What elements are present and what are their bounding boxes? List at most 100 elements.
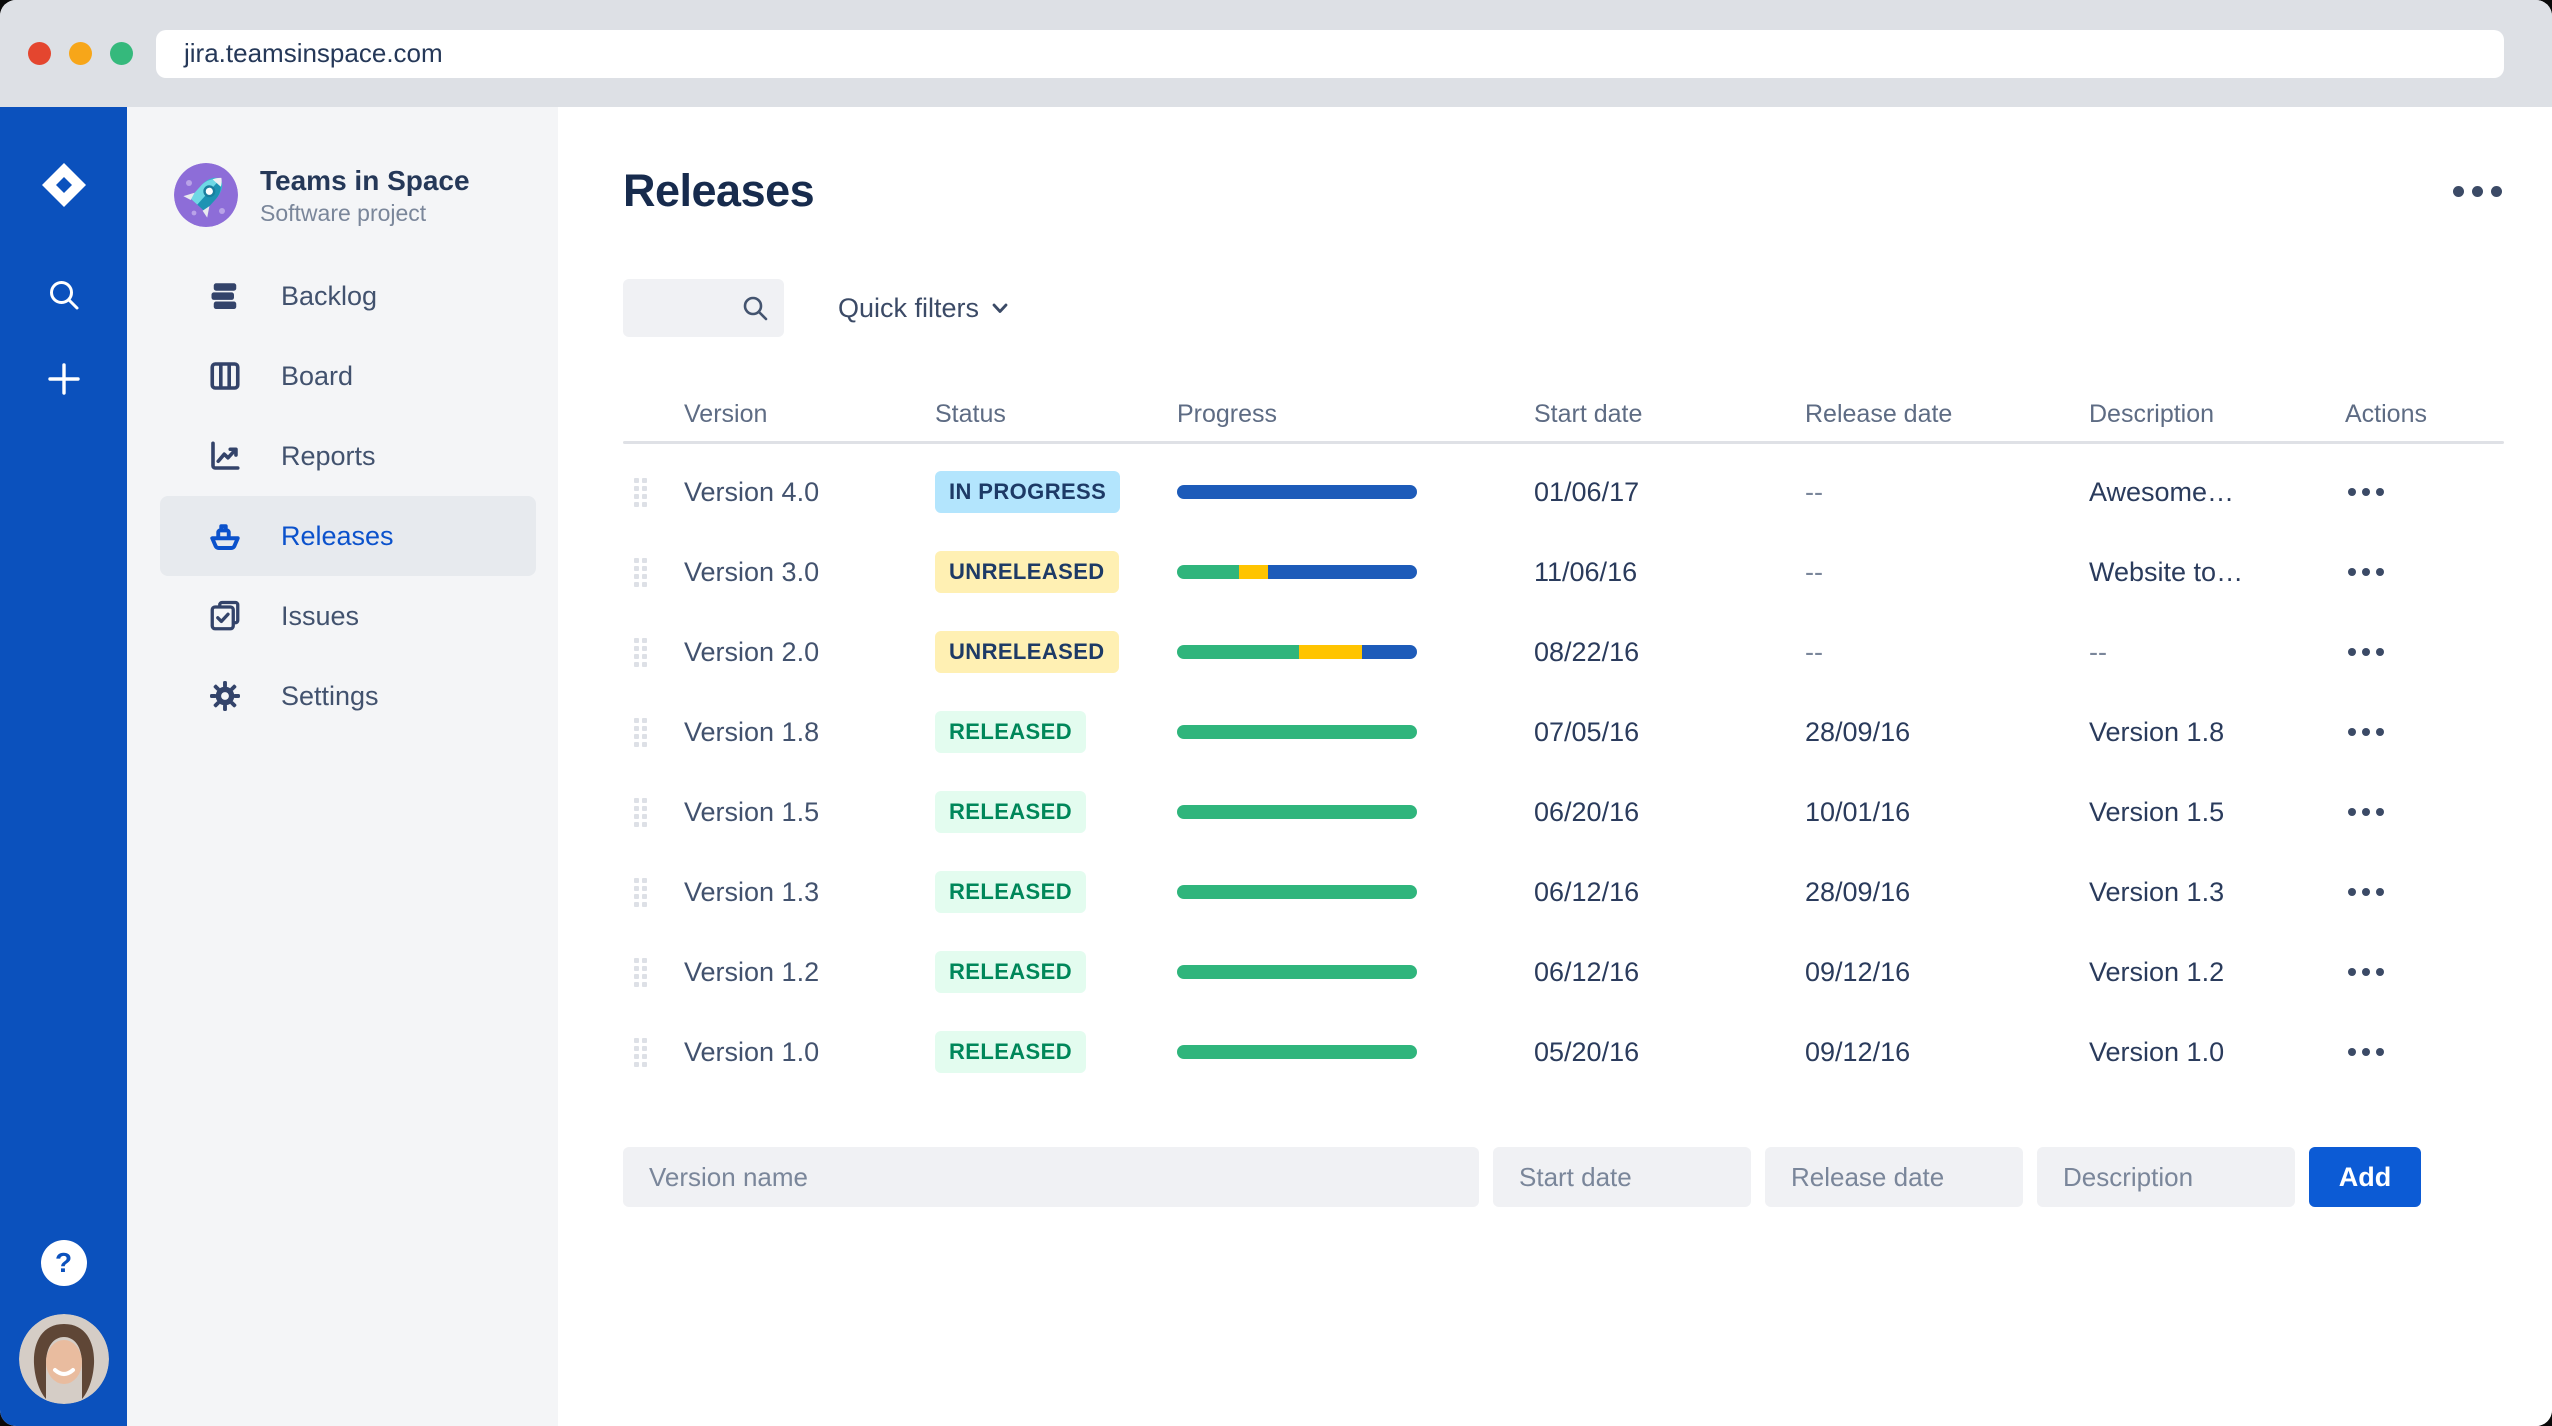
progress-bar bbox=[1177, 885, 1417, 899]
drag-handle-icon[interactable] bbox=[634, 477, 647, 507]
release-date: 09/12/16 bbox=[1805, 1036, 1911, 1067]
row-actions-button[interactable] bbox=[2346, 480, 2386, 504]
address-bar[interactable]: jira.teamsinspace.com bbox=[156, 29, 2504, 78]
project-nav: Backlog Board Reports Releases Issues Se… bbox=[127, 256, 558, 736]
page-title: Releases bbox=[623, 165, 815, 216]
create-icon[interactable] bbox=[44, 359, 84, 399]
drag-handle-icon[interactable] bbox=[634, 797, 647, 827]
issues-icon bbox=[210, 600, 240, 631]
sidebar-item-label: Board bbox=[281, 360, 354, 391]
row-actions-button[interactable] bbox=[2346, 720, 2386, 744]
search-icon bbox=[743, 296, 768, 321]
release-date: -- bbox=[1805, 476, 1823, 507]
progress-bar bbox=[1177, 725, 1417, 739]
drag-handle-icon[interactable] bbox=[634, 957, 647, 987]
progress-bar bbox=[1177, 1045, 1417, 1059]
row-actions-button[interactable] bbox=[2346, 880, 2386, 904]
column-header-start-date: Start date bbox=[1534, 399, 1643, 428]
close-window-button[interactable] bbox=[28, 42, 51, 65]
description: Awesome… bbox=[2089, 476, 2235, 507]
status-badge: RELEASED bbox=[935, 1031, 1086, 1073]
help-icon[interactable]: ? bbox=[40, 1240, 87, 1286]
table-header-divider bbox=[623, 441, 2504, 444]
status-badge: UNRELEASED bbox=[935, 631, 1119, 673]
status-badge: RELEASED bbox=[935, 951, 1086, 993]
drag-handle-icon[interactable] bbox=[634, 557, 647, 587]
url-text: jira.teamsinspace.com bbox=[184, 38, 443, 68]
sidebar-item-board[interactable]: Board bbox=[160, 336, 536, 416]
drag-handle-icon[interactable] bbox=[634, 717, 647, 747]
project-sidebar: Teams in Space Software project Backlog bbox=[127, 107, 558, 1426]
sidebar-item-releases[interactable]: Releases bbox=[160, 496, 536, 576]
row-actions-button[interactable] bbox=[2346, 560, 2386, 584]
table-row: Version 4.0 IN PROGRESS 01/06/17 -- Awes… bbox=[623, 452, 2504, 532]
version-name[interactable]: Version 2.0 bbox=[673, 637, 924, 668]
sidebar-item-backlog[interactable]: Backlog bbox=[160, 256, 536, 336]
table-row: Version 1.8 RELEASED 07/05/16 28/09/16 V… bbox=[623, 692, 2504, 772]
page-actions-button[interactable] bbox=[2451, 180, 2504, 203]
browser-window: jira.teamsinspace.com ? Teams in Space S… bbox=[0, 0, 2552, 1426]
progress-bar bbox=[1177, 645, 1417, 659]
row-actions-button[interactable] bbox=[2346, 800, 2386, 824]
project-name: Teams in Space bbox=[260, 165, 470, 196]
column-header-description: Description bbox=[2089, 399, 2215, 428]
search-input[interactable] bbox=[623, 292, 740, 324]
sidebar-item-issues[interactable]: Issues bbox=[160, 576, 536, 656]
description: -- bbox=[2089, 636, 2107, 667]
start-date: 08/22/16 bbox=[1534, 636, 1640, 667]
quick-filters-label: Quick filters bbox=[838, 292, 980, 323]
user-avatar[interactable] bbox=[18, 1314, 109, 1404]
version-name[interactable]: Version 1.0 bbox=[673, 1037, 924, 1068]
drag-handle-icon[interactable] bbox=[634, 637, 647, 667]
sidebar-item-label: Backlog bbox=[281, 280, 378, 311]
drag-handle-icon[interactable] bbox=[634, 877, 647, 907]
table-row: Version 1.3 RELEASED 06/12/16 28/09/16 V… bbox=[623, 852, 2504, 932]
add-button[interactable]: Add bbox=[2309, 1147, 2421, 1207]
version-name[interactable]: Version 3.0 bbox=[673, 557, 924, 588]
sidebar-item-reports[interactable]: Reports bbox=[160, 416, 536, 496]
jira-logo-icon[interactable] bbox=[36, 157, 92, 213]
ship-icon bbox=[210, 524, 240, 550]
project-header: Teams in Space Software project bbox=[127, 163, 558, 227]
version-name[interactable]: Version 1.8 bbox=[673, 717, 924, 748]
version-name-input[interactable] bbox=[623, 1147, 1479, 1207]
release-date: 09/12/16 bbox=[1805, 956, 1911, 987]
release-date-input[interactable] bbox=[1765, 1147, 2023, 1207]
global-navigation-rail: ? bbox=[0, 107, 127, 1426]
start-date: 01/06/17 bbox=[1534, 476, 1640, 507]
browser-chrome: jira.teamsinspace.com bbox=[0, 0, 2552, 107]
description: Version 1.0 bbox=[2089, 1036, 2225, 1067]
zoom-window-button[interactable] bbox=[110, 42, 133, 65]
release-date: 10/01/16 bbox=[1805, 796, 1911, 827]
row-actions-button[interactable] bbox=[2346, 960, 2386, 984]
start-date-input[interactable] bbox=[1493, 1147, 1751, 1207]
toolbar: Quick filters bbox=[623, 279, 2504, 337]
description-input[interactable] bbox=[2037, 1147, 2295, 1207]
release-date: 28/09/16 bbox=[1805, 716, 1911, 747]
chevron-down-icon bbox=[992, 303, 1008, 313]
row-actions-button[interactable] bbox=[2346, 640, 2386, 664]
row-actions-button[interactable] bbox=[2346, 1040, 2386, 1064]
start-date: 06/12/16 bbox=[1534, 876, 1640, 907]
sidebar-item-label: Releases bbox=[281, 520, 394, 551]
column-header-actions: Actions bbox=[2345, 399, 2427, 428]
drag-handle-icon[interactable] bbox=[634, 1037, 647, 1067]
start-date: 05/20/16 bbox=[1534, 1036, 1640, 1067]
column-header-status: Status bbox=[935, 399, 1006, 428]
sidebar-item-label: Issues bbox=[281, 600, 360, 631]
version-name[interactable]: Version 1.2 bbox=[673, 957, 924, 988]
project-avatar bbox=[174, 163, 238, 227]
description: Website to… bbox=[2089, 556, 2244, 587]
sidebar-item-settings[interactable]: Settings bbox=[160, 656, 536, 736]
column-header-progress: Progress bbox=[1177, 399, 1278, 428]
search-icon[interactable] bbox=[44, 275, 84, 315]
description: Version 1.3 bbox=[2089, 876, 2225, 907]
main-content: Releases Quick filters Version Status Pr… bbox=[558, 107, 2552, 1426]
version-name[interactable]: Version 4.0 bbox=[673, 477, 924, 508]
search-field[interactable] bbox=[623, 279, 784, 337]
quick-filters-dropdown[interactable]: Quick filters bbox=[838, 293, 1008, 324]
minimize-window-button[interactable] bbox=[69, 42, 92, 65]
version-name[interactable]: Version 1.3 bbox=[673, 877, 924, 908]
version-name[interactable]: Version 1.5 bbox=[673, 797, 924, 828]
status-badge: RELEASED bbox=[935, 871, 1086, 913]
